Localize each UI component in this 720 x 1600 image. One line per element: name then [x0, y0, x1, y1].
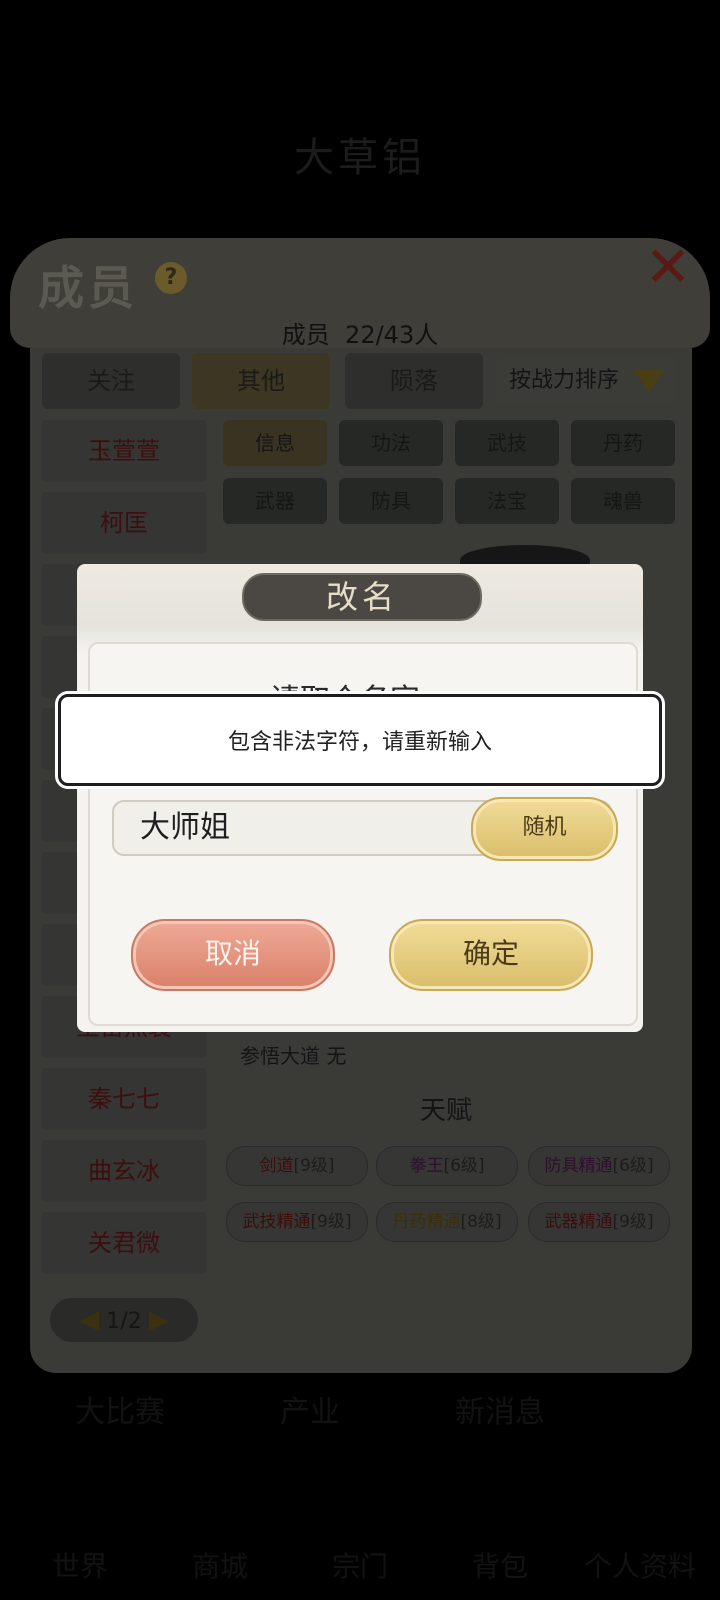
- member-count: 成员 22/43人: [0, 315, 720, 350]
- member-item[interactable]: 曲玄冰: [42, 1140, 206, 1202]
- bottom-tab[interactable]: 大比赛: [30, 1385, 210, 1441]
- talent-chip[interactable]: 丹药精通[8级]: [376, 1202, 518, 1242]
- tab-martial[interactable]: 武技: [455, 420, 559, 466]
- bottom-tab[interactable]: 产业: [220, 1385, 400, 1441]
- prev-page-icon[interactable]: ◀: [79, 1305, 99, 1335]
- tab-pills[interactable]: 丹药: [571, 420, 675, 466]
- tab-treasure[interactable]: 法宝: [455, 478, 559, 524]
- close-icon[interactable]: ✕: [640, 240, 696, 296]
- filter-follow-button[interactable]: 关注: [42, 353, 180, 409]
- nav-bag[interactable]: 背包: [440, 1545, 560, 1585]
- dialog-title: 改名: [242, 573, 482, 621]
- page-indicator: 1/2: [106, 1309, 142, 1334]
- filter-fallen-button[interactable]: 陨落: [345, 353, 483, 409]
- nav-shop[interactable]: 商城: [160, 1545, 280, 1585]
- talent-chip[interactable]: 武器精通[9级]: [528, 1202, 670, 1242]
- talent-chip[interactable]: 剑道[9级]: [226, 1146, 368, 1186]
- talent-title: 天赋: [420, 1096, 473, 1126]
- dropdown-triangle-icon: [633, 369, 665, 393]
- nav-profile[interactable]: 个人资料: [570, 1545, 710, 1585]
- panel-title: 成员: [38, 261, 138, 315]
- member-item[interactable]: 柯匡: [42, 492, 206, 554]
- sort-label: 按战力排序: [509, 368, 620, 393]
- nav-world[interactable]: 世界: [20, 1545, 140, 1585]
- confirm-button[interactable]: 确定: [389, 919, 593, 991]
- help-icon[interactable]: ?: [155, 262, 187, 294]
- tab-weapons[interactable]: 武器: [223, 478, 327, 524]
- tab-beasts[interactable]: 魂兽: [571, 478, 675, 524]
- filter-other-button[interactable]: 其他: [192, 353, 330, 409]
- talent-chip[interactable]: 防具精通[6级]: [528, 1146, 670, 1186]
- member-item[interactable]: 秦七七: [42, 1068, 206, 1130]
- member-count-label: 成员: [281, 321, 330, 349]
- talent-chip[interactable]: 武技精通[9级]: [226, 1202, 368, 1242]
- member-item[interactable]: 关君微: [42, 1212, 206, 1274]
- error-toast: 包含非法字符，请重新输入: [58, 694, 662, 786]
- cancel-button[interactable]: 取消: [131, 919, 335, 991]
- member-count-value: 22/43人: [345, 321, 439, 349]
- tab-info[interactable]: 信息: [223, 420, 327, 466]
- bottom-tab[interactable]: 新消息: [410, 1385, 590, 1441]
- nav-sect[interactable]: 宗门: [300, 1545, 420, 1585]
- random-name-button[interactable]: 随机: [471, 797, 618, 861]
- screen-title: 大草铝: [294, 135, 426, 181]
- talent-chip[interactable]: 拳王[6级]: [376, 1146, 518, 1186]
- dao-info: 参悟大道 无: [240, 1044, 347, 1068]
- tab-skills[interactable]: 功法: [339, 420, 443, 466]
- tab-armor[interactable]: 防具: [339, 478, 443, 524]
- sort-dropdown[interactable]: 按战力排序: [497, 357, 675, 405]
- member-item[interactable]: 玉萱萱: [42, 420, 206, 482]
- pager: ◀ 1/2 ▶: [50, 1298, 198, 1342]
- next-page-icon[interactable]: ▶: [149, 1305, 169, 1335]
